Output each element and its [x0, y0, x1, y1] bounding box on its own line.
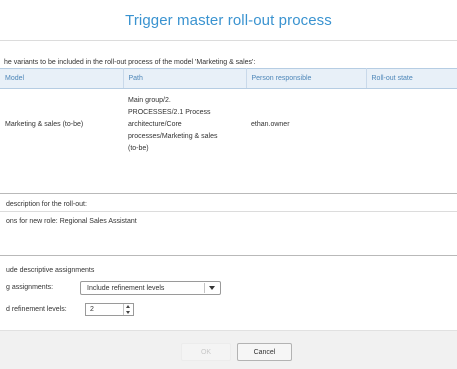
cancel-button[interactable]: Cancel	[237, 343, 292, 361]
title-divider	[0, 40, 457, 41]
path-line: (to-be)	[128, 145, 149, 152]
assignments-dropdown-value: Include refinement levels	[87, 285, 165, 292]
chevron-down-icon[interactable]	[204, 283, 219, 293]
description-bottom-divider	[0, 255, 457, 256]
path-line: Main group/2.	[128, 97, 171, 104]
ok-button[interactable]: OK	[181, 343, 231, 361]
cell-path: Main group/2. PROCESSES/2.1 Process arch…	[123, 89, 246, 161]
table-bottom-divider	[0, 193, 457, 194]
description-label: description for the roll-out:	[6, 201, 87, 208]
assignments-label: g assignments:	[6, 284, 54, 291]
cell-model: Marketing & sales (to-be)	[5, 120, 84, 128]
assignments-dropdown[interactable]: Include refinement levels	[80, 281, 221, 295]
cell-person-responsible: ethan.owner	[251, 120, 290, 128]
column-header-person-responsible[interactable]: Person responsible	[246, 68, 367, 89]
dialog-footer: OK Cancel	[0, 330, 457, 369]
column-header-rollout-state[interactable]: Roll-out state	[366, 68, 457, 89]
refinement-levels-value: 2	[90, 306, 94, 313]
stepper-down-icon[interactable]	[126, 311, 130, 314]
description-textarea[interactable]: ons for new role: Regional Sales Assista…	[6, 218, 137, 225]
table-row[interactable]: Marketing & sales (to-be) Main group/2. …	[0, 89, 457, 161]
path-line: PROCESSES/2.1 Process	[128, 109, 211, 116]
stepper-up-icon[interactable]	[126, 305, 130, 308]
description-divider	[0, 211, 457, 212]
stepper-arrows[interactable]	[123, 304, 133, 315]
column-header-model[interactable]: Model	[0, 68, 124, 89]
refinement-levels-label: d refinement levels:	[6, 306, 67, 313]
column-header-path[interactable]: Path	[123, 68, 247, 89]
variants-intro-text: he variants to be included in the roll-o…	[4, 59, 256, 66]
variants-table: Model Path Person responsible Roll-out s…	[0, 68, 457, 160]
dialog-title: Trigger master roll-out process	[125, 12, 332, 29]
table-header-row: Model Path Person responsible Roll-out s…	[0, 68, 457, 89]
path-line: processes/Marketing & sales	[128, 133, 218, 140]
descriptive-assignments-checkbox-label[interactable]: ude descriptive assignments	[6, 267, 94, 274]
cell-rollout-state	[366, 89, 457, 161]
path-line: architecture/Core	[128, 121, 182, 128]
refinement-levels-stepper[interactable]: 2	[85, 303, 134, 316]
